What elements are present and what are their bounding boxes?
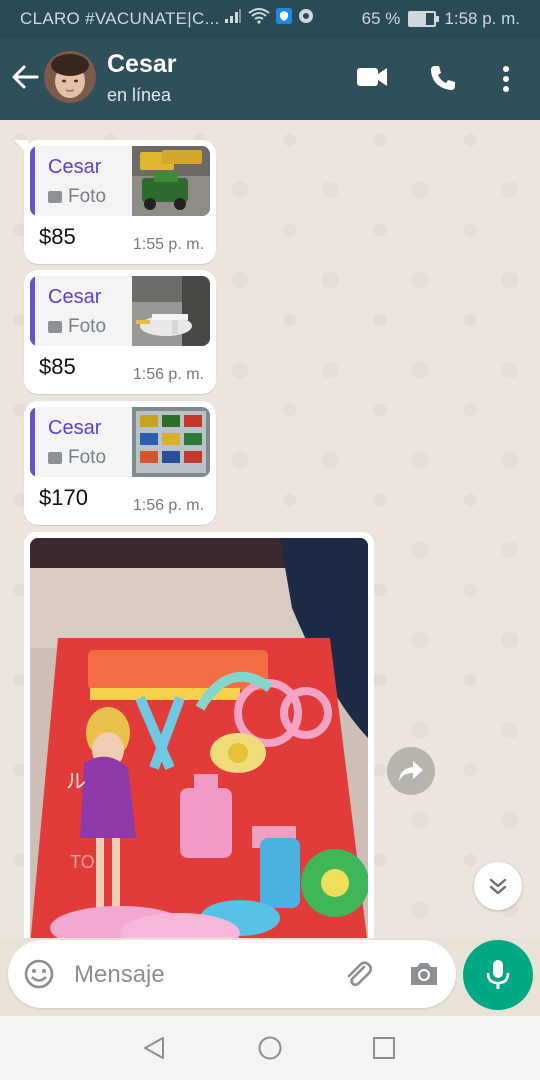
chat-area[interactable]: Cesar Foto $85 1:55 p. m. Cesar Foto $85…: [0, 120, 540, 938]
quote-media-type: Foto: [68, 316, 107, 337]
chat-header: Cesar en línea: [0, 38, 540, 120]
status-bar: CLARO #VACUNATE|C... 65 % 1:58 p. m.: [0, 0, 540, 38]
battery-icon: [408, 11, 440, 27]
attach-icon[interactable]: [342, 958, 374, 990]
back-arrow-icon[interactable]: [10, 62, 40, 92]
video-call-icon[interactable]: [356, 65, 388, 89]
microphone-icon: [486, 960, 510, 989]
message-bubble[interactable]: Cesar Foto $85 1:56 p. m.: [24, 270, 216, 394]
more-options-icon[interactable]: [500, 65, 512, 93]
message-text: $170: [39, 485, 88, 510]
forward-icon: [399, 761, 423, 781]
message-time: 1:56 p. m.: [132, 366, 204, 383]
quote-thumbnail: [132, 407, 210, 477]
nav-home-icon[interactable]: [258, 1036, 282, 1060]
message-bubble[interactable]: Cesar Foto $85 1:55 p. m.: [14, 140, 216, 264]
photo-icon: [48, 452, 62, 464]
phone-call-icon[interactable]: [428, 63, 458, 93]
contact-name[interactable]: Cesar: [107, 50, 177, 79]
photo-icon: [48, 321, 62, 333]
message-time: 1:55 p. m.: [132, 236, 204, 253]
reply-quote[interactable]: Cesar Foto: [30, 146, 210, 216]
scroll-to-bottom-button[interactable]: [474, 862, 522, 910]
quote-author: Cesar: [48, 156, 102, 178]
message-photo: ル TO: [30, 538, 368, 938]
message-text: $85: [39, 224, 76, 249]
battery-percent: 65 %: [361, 9, 401, 28]
nav-back-icon[interactable]: [143, 1036, 165, 1060]
svg-text:ル: ル: [66, 769, 86, 793]
shield-app-icon: [276, 8, 292, 24]
message-input[interactable]: [72, 956, 336, 994]
nav-recents-icon[interactable]: [373, 1037, 395, 1059]
quote-thumbnail: [132, 276, 210, 346]
avatar-photo: [44, 51, 96, 103]
chrome-icon: [299, 9, 313, 23]
battery-level: [410, 13, 426, 25]
carrier-label: CLARO #VACUNATE|C...: [20, 9, 220, 28]
reply-quote[interactable]: Cesar Foto: [30, 407, 210, 477]
image-message[interactable]: ル TO: [24, 532, 374, 938]
quote-media-type: Foto: [68, 186, 107, 207]
quote-author: Cesar: [48, 417, 102, 439]
forward-button[interactable]: [387, 747, 435, 795]
quote-thumbnail: [132, 146, 210, 216]
message-text: $85: [39, 354, 76, 379]
message-composer: [8, 940, 456, 1008]
camera-icon[interactable]: [408, 960, 440, 988]
avatar[interactable]: [44, 51, 96, 103]
quote-media-type: Foto: [68, 447, 107, 468]
voice-message-button[interactable]: [463, 940, 533, 1010]
photo-icon: [48, 191, 62, 203]
double-chevron-down-icon: [489, 878, 507, 895]
message-time: 1:56 p. m.: [132, 497, 204, 514]
emoji-icon[interactable]: [23, 958, 55, 990]
system-navigation-bar: [0, 1016, 540, 1080]
message-bubble[interactable]: Cesar Foto $170 1:56 p. m.: [24, 401, 216, 525]
contact-status: en línea: [107, 85, 172, 105]
quote-author: Cesar: [48, 286, 102, 308]
clock: 1:58 p. m.: [444, 9, 520, 28]
wifi-icon: [248, 8, 270, 24]
signal-icon: [225, 9, 241, 23]
svg-text:TO: TO: [70, 852, 95, 872]
reply-quote[interactable]: Cesar Foto: [30, 276, 210, 346]
